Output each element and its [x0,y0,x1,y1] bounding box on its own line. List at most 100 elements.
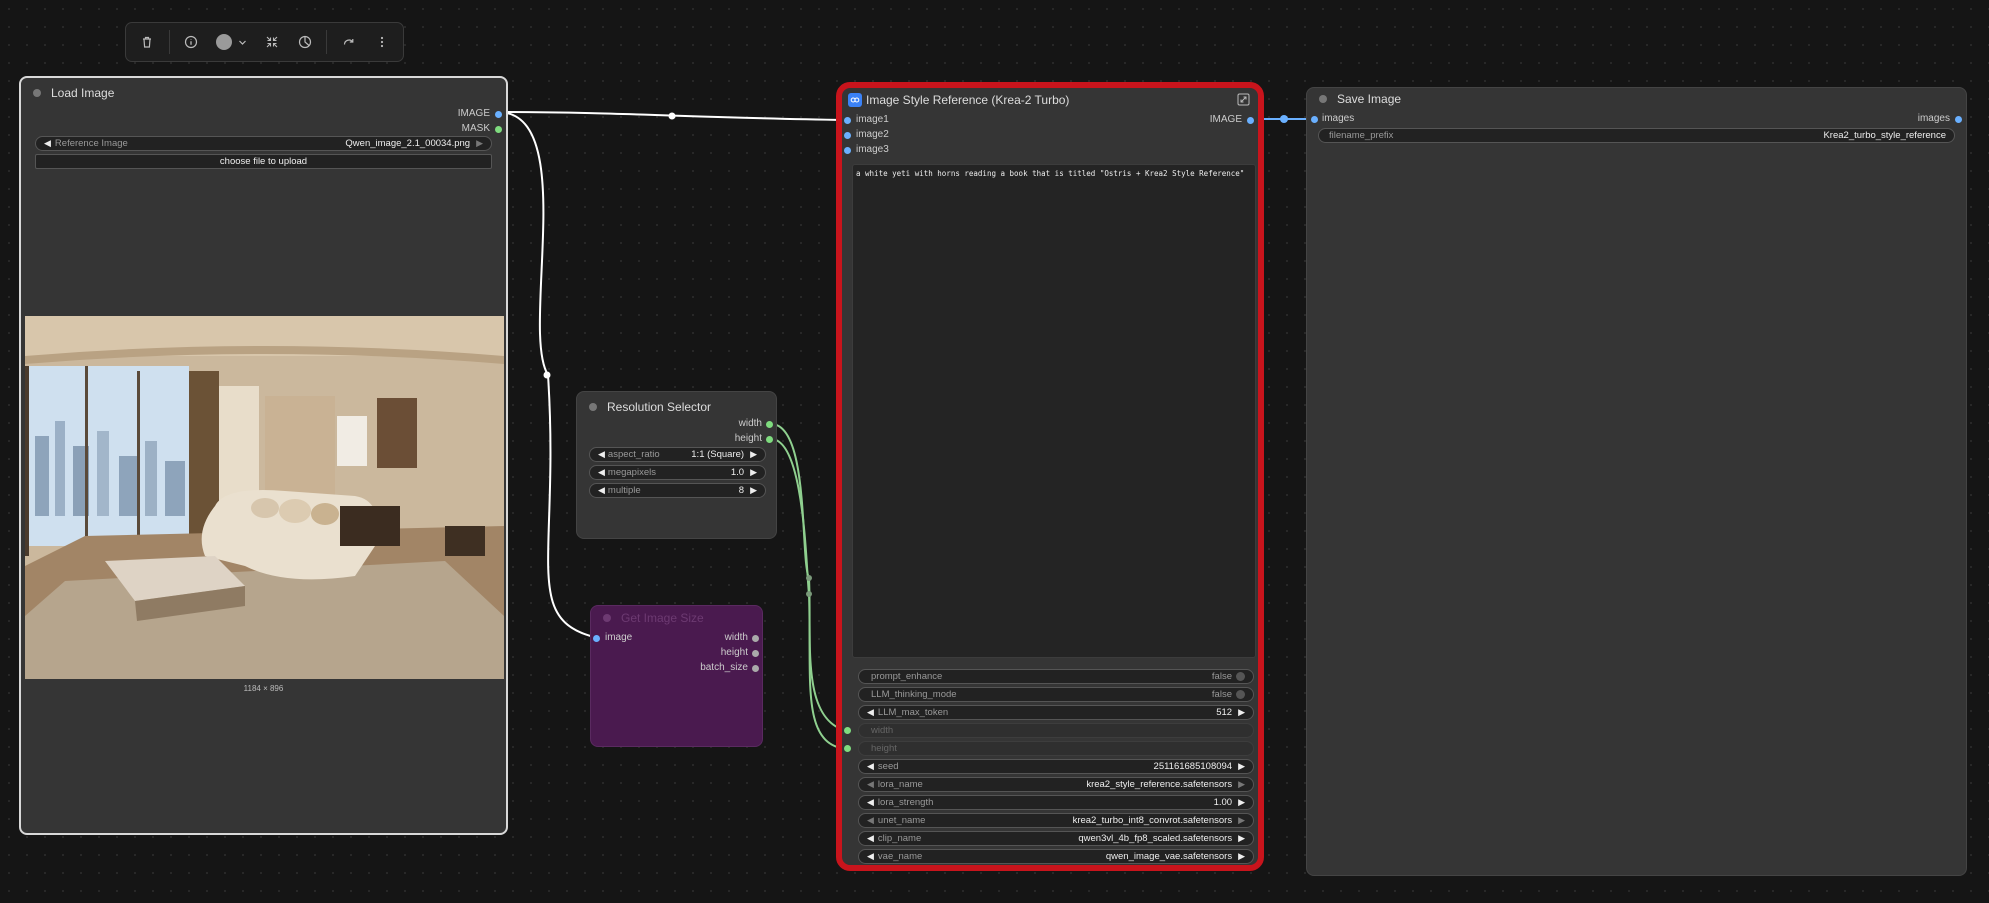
collapse-dot[interactable] [603,614,611,622]
arrow-right-icon[interactable]: ▶ [1238,797,1245,808]
node-header[interactable]: Image Style Reference (Krea-2 Turbo) [842,88,1258,112]
lora-name-widget[interactable]: ◀ lora_name krea2_style_reference.safete… [858,777,1254,792]
input-width-socket[interactable] [844,727,851,734]
output-image-socket[interactable] [495,111,502,118]
widget-value: 512 [1216,707,1233,718]
unet-name-widget[interactable]: ◀ unet_name krea2_turbo_int8_convrot.saf… [858,813,1254,828]
input-image1-socket[interactable] [844,117,851,124]
load-image-node[interactable]: Load Image IMAGE MASK ◀ Reference Image … [19,76,508,835]
image-dimensions: 1184 × 896 [243,684,284,693]
widget-value: 1.00 [1213,797,1233,808]
arrow-right-icon[interactable]: ▶ [1238,851,1245,862]
output-height-socket[interactable] [766,436,773,443]
resolution-selector-node[interactable]: Resolution Selector width height ◀ aspec… [576,391,777,539]
color-swatch [216,34,233,50]
arrow-left-icon[interactable]: ◀ [867,707,874,718]
get-image-size-node[interactable]: Get Image Size image width height batch_… [590,605,763,747]
node-header[interactable]: Save Image [1307,88,1966,110]
llm-thinking-toggle[interactable]: LLM_thinking_mode false [858,687,1254,702]
node-header[interactable]: Load Image [21,78,506,108]
multiple-widget[interactable]: ◀ multiple 8 ▶ [589,483,766,498]
collapse-dot[interactable] [1319,95,1327,103]
widget-value: 1.0 [730,467,745,478]
seed-widget[interactable]: ◀ seed 251161685108094 ▶ [858,759,1254,774]
arrow-right-icon[interactable]: ▶ [750,485,757,496]
arrow-right-icon[interactable]: ▶ [476,138,483,149]
node-toolbar [125,22,404,62]
link-midpoint [543,371,551,379]
image-select-widget[interactable]: ◀ Reference Image Qwen_image_2.1_00034.p… [35,136,492,151]
widget-value: false [1211,671,1232,682]
arrow-left-icon[interactable]: ◀ [598,449,605,460]
widget-value: krea2_turbo_int8_convrot.safetensors [1072,815,1233,826]
prompt-textarea[interactable]: a white yeti with horns reading a book t… [852,164,1256,658]
arrow-left-icon[interactable]: ◀ [44,138,51,149]
input-image2-socket[interactable] [844,132,851,139]
prompt-text: a white yeti with horns reading a book t… [856,169,1245,178]
arrow-left-icon[interactable]: ◀ [867,833,874,844]
megapixels-widget[interactable]: ◀ megapixels 1.0 ▶ [589,465,766,480]
clip-name-widget[interactable]: ◀ clip_name qwen3vl_4b_fp8_scaled.safete… [858,831,1254,846]
expand-icon[interactable] [1237,93,1250,111]
output-height-label: height [720,647,748,658]
output-batch-size-socket[interactable] [752,665,759,672]
collapse-icon[interactable] [257,27,288,57]
arrow-left-icon[interactable]: ◀ [867,815,874,826]
output-images-socket[interactable] [1955,116,1962,123]
widget-label: aspect_ratio [607,449,660,460]
widget-label: lora_name [877,779,923,790]
more-icon[interactable] [366,27,397,57]
toggle-indicator [1236,672,1245,681]
redo-icon[interactable] [333,27,364,57]
prompt-enhance-toggle[interactable]: prompt_enhance false [858,669,1254,684]
arrow-right-icon[interactable]: ▶ [1238,815,1245,826]
node-header[interactable]: Get Image Size [591,606,762,630]
output-width-socket[interactable] [752,635,759,642]
input-height-socket[interactable] [844,745,851,752]
arrow-left-icon[interactable]: ◀ [867,761,874,772]
input-image3-socket[interactable] [844,147,851,154]
arrow-right-icon[interactable]: ▶ [1238,707,1245,718]
color-picker[interactable] [209,27,255,57]
collapse-dot[interactable] [33,89,41,97]
widget-label: LLM_max_token [877,707,949,718]
output-height-socket[interactable] [752,650,759,657]
widget-label: unet_name [877,815,926,826]
vae-name-widget[interactable]: ◀ vae_name qwen_image_vae.safetensors ▶ [858,849,1254,864]
output-width-socket[interactable] [766,421,773,428]
arrow-left-icon[interactable]: ◀ [598,485,605,496]
output-height-label: height [734,433,762,444]
widget-label: multiple [607,485,641,496]
output-mask-label: MASK [461,123,490,134]
filename-prefix-widget[interactable]: filename_prefix Krea2_turbo_style_refere… [1318,128,1955,143]
arrow-right-icon[interactable]: ▶ [1238,761,1245,772]
height-linked-input: height [858,741,1254,756]
arrow-right-icon[interactable]: ▶ [750,467,757,478]
input-image-socket[interactable] [593,635,600,642]
widget-label: clip_name [877,833,922,844]
widget-value: 251161685108094 [1153,761,1233,772]
upload-button[interactable]: choose file to upload [35,154,492,169]
aspect-ratio-widget[interactable]: ◀ aspect_ratio 1:1 (Square) ▶ [589,447,766,462]
output-image-label: IMAGE [1209,114,1242,125]
output-mask-socket[interactable] [495,126,502,133]
arrow-left-icon[interactable]: ◀ [867,797,874,808]
widget-value: Krea2_turbo_style_reference [1823,130,1946,141]
arrow-right-icon[interactable]: ▶ [1238,833,1245,844]
image-style-reference-node[interactable]: Image Style Reference (Krea-2 Turbo) ima… [836,82,1264,871]
arrow-left-icon[interactable]: ◀ [867,851,874,862]
save-image-node[interactable]: Save Image images images filename_prefix… [1306,87,1967,876]
trash-icon[interactable] [132,27,163,57]
llm-max-token-widget[interactable]: ◀ LLM_max_token 512 ▶ [858,705,1254,720]
input-images-socket[interactable] [1311,116,1318,123]
collapse-dot[interactable] [589,403,597,411]
arrow-right-icon[interactable]: ▶ [750,449,757,460]
arrow-left-icon[interactable]: ◀ [598,467,605,478]
arrow-right-icon[interactable]: ▶ [1238,779,1245,790]
arrow-left-icon[interactable]: ◀ [867,779,874,790]
chevron-down-icon [239,40,247,45]
lora-strength-widget[interactable]: ◀ lora_strength 1.00 ▶ [858,795,1254,810]
info-icon[interactable] [176,27,207,57]
palette-icon[interactable] [290,27,321,57]
output-image-socket[interactable] [1247,117,1254,124]
